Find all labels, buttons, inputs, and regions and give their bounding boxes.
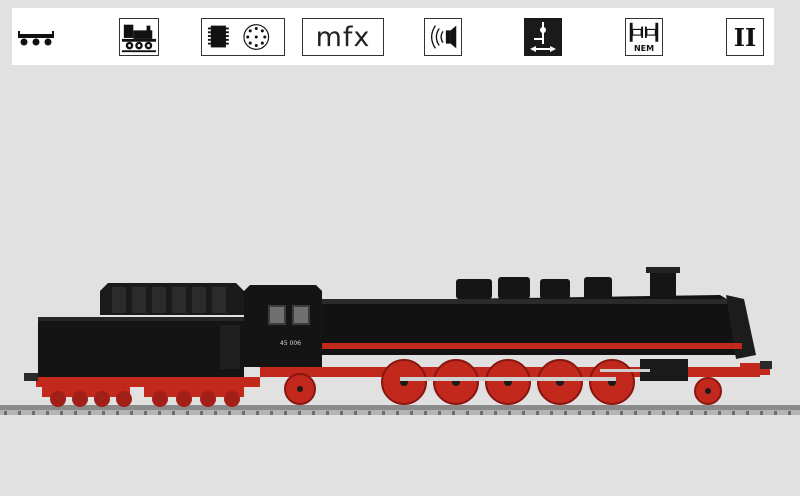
loco-number: 45 006	[280, 340, 301, 347]
wagon-icon[interactable]	[16, 18, 56, 56]
nem-label: NEM	[633, 44, 655, 53]
era-label: II	[733, 22, 757, 52]
digital-decoder-icon[interactable]	[201, 18, 285, 56]
nem-coupler-icon[interactable]: NEM	[625, 18, 663, 56]
product-image: 45 006	[0, 255, 800, 425]
locomotive: 45 006	[244, 267, 772, 405]
tender	[24, 283, 260, 407]
feature-icon-bar: mfx NEM II	[12, 8, 774, 65]
steam-locomotive-icon[interactable]	[119, 18, 159, 56]
mfx-icon[interactable]: mfx	[302, 18, 384, 56]
sound-icon[interactable]	[424, 18, 462, 56]
era-icon[interactable]: II	[726, 18, 764, 56]
mfx-label: mfx	[315, 21, 371, 53]
smoke-generator-icon[interactable]	[524, 18, 562, 56]
track	[0, 405, 800, 415]
